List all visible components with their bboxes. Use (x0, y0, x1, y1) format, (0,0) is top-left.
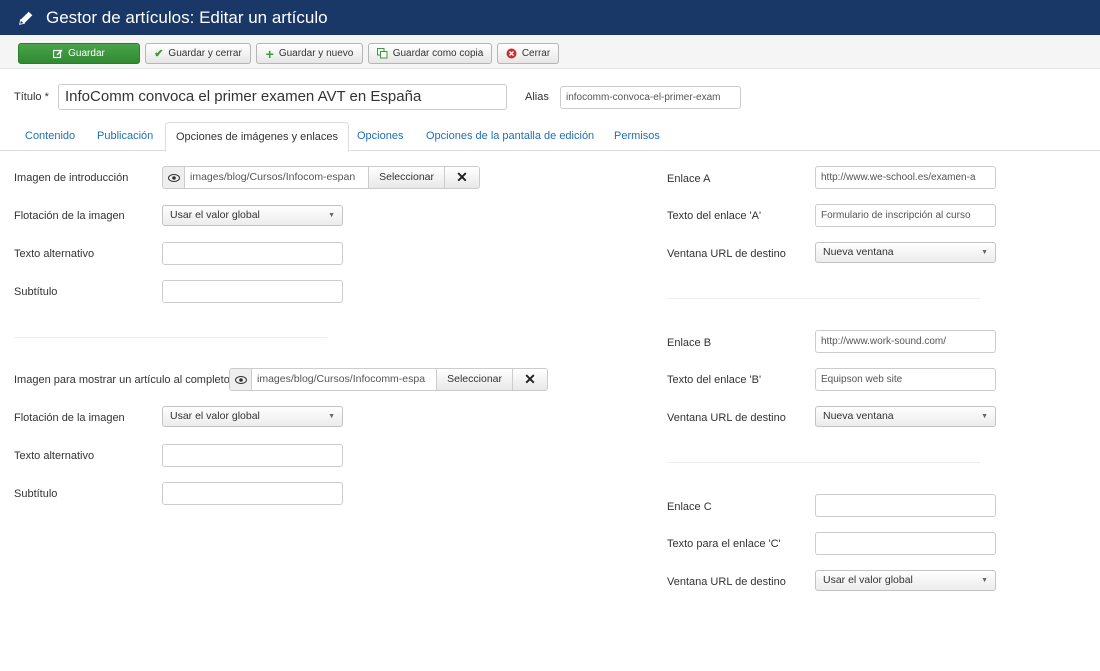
intro-image-label: Imagen de introducción (14, 172, 129, 184)
intro-float-select[interactable]: Usar el valor global ▼ (162, 205, 343, 226)
save-as-copy-button[interactable]: Guardar como copia (368, 43, 492, 64)
full-alt-input[interactable] (162, 444, 343, 467)
alias-label: Alias (525, 91, 549, 103)
copy-icon (376, 48, 388, 59)
tab-options[interactable]: Opciones (357, 122, 403, 151)
link-b-label: Enlace B (667, 337, 712, 349)
plus-icon: + (265, 45, 274, 62)
link-a-text-input[interactable]: Formulario de inscripción al curso (815, 204, 996, 227)
caret-down-icon: ▼ (981, 413, 988, 420)
cancel-icon (506, 48, 517, 59)
save-and-new-label: Guardar y nuevo (278, 48, 354, 59)
divider (667, 298, 980, 299)
pencil-icon (19, 11, 33, 25)
link-c-target-label: Ventana URL de destino (667, 576, 786, 588)
save-as-copy-label: Guardar como copia (392, 48, 484, 59)
link-b-text-input[interactable]: Equipson web site (815, 368, 996, 391)
link-a-target-select[interactable]: Nueva ventana ▼ (815, 242, 996, 263)
toolbar: Guardar ✔ Guardar y cerrar + Guardar y n… (0, 35, 1100, 69)
edit-icon (53, 49, 63, 59)
caret-down-icon: ▼ (981, 577, 988, 584)
intro-image-select-button[interactable]: Seleccionar (368, 167, 444, 188)
intro-caption-input[interactable] (162, 280, 343, 303)
link-c-target-value: Usar el valor global (823, 574, 913, 586)
save-and-close-button[interactable]: ✔ Guardar y cerrar (145, 43, 251, 64)
link-b-text-label: Texto del enlace 'B' (667, 374, 762, 386)
full-caption-label: Subtítulo (14, 488, 58, 500)
clear-icon[interactable]: ✕ (512, 369, 547, 390)
link-c-input[interactable] (815, 494, 996, 517)
alias-input[interactable]: infocomm-convoca-el-primer-exam (560, 86, 741, 109)
link-c-text-input[interactable] (815, 532, 996, 555)
intro-float-label: Flotación de la imagen (14, 210, 125, 222)
page-title: Gestor de artículos: Editar un artículo (46, 7, 328, 27)
intro-alt-label: Texto alternativo (14, 248, 95, 260)
full-float-select[interactable]: Usar el valor global ▼ (162, 406, 343, 427)
full-image-path[interactable]: images/blog/Cursos/Infocomm-espa (252, 369, 436, 390)
check-icon: ✔ (154, 48, 164, 60)
full-image-field: images/blog/Cursos/Infocomm-espa Selecci… (229, 368, 548, 391)
full-image-label: Imagen para mostrar un artículo al compl… (14, 374, 230, 386)
intro-alt-input[interactable] (162, 242, 343, 265)
link-b-target-label: Ventana URL de destino (667, 412, 786, 424)
eye-icon[interactable] (230, 369, 252, 390)
tab-bar: Contenido Publicación Opciones de imágen… (0, 122, 1100, 152)
tab-publishing[interactable]: Publicación (97, 122, 153, 151)
caret-down-icon: ▼ (328, 212, 335, 219)
link-b-target-select[interactable]: Nueva ventana ▼ (815, 406, 996, 427)
full-float-value: Usar el valor global (170, 410, 260, 422)
title-label: Título * (14, 91, 49, 103)
save-label: Guardar (68, 48, 105, 59)
intro-image-path[interactable]: images/blog/Cursos/Infocom-espan (185, 167, 368, 188)
link-a-label: Enlace A (667, 173, 711, 185)
intro-float-value: Usar el valor global (170, 209, 260, 221)
save-button[interactable]: Guardar (18, 43, 140, 64)
link-c-label: Enlace C (667, 501, 712, 513)
page-header: Gestor de artículos: Editar un artículo (0, 0, 1100, 35)
close-label: Cerrar (521, 48, 551, 59)
link-b-target-value: Nueva ventana (823, 410, 894, 422)
link-a-text-label: Texto del enlace 'A' (667, 210, 762, 222)
clear-icon[interactable]: ✕ (444, 167, 479, 188)
link-a-target-label: Ventana URL de destino (667, 248, 786, 260)
full-float-label: Flotación de la imagen (14, 412, 125, 424)
link-b-input[interactable]: http://www.work-sound.com/ (815, 330, 996, 353)
caret-down-icon: ▼ (328, 413, 335, 420)
save-and-new-button[interactable]: + Guardar y nuevo (256, 43, 363, 64)
divider (667, 462, 980, 463)
tab-content[interactable]: Contenido (25, 122, 75, 151)
link-c-target-select[interactable]: Usar el valor global ▼ (815, 570, 996, 591)
tab-images-and-links[interactable]: Opciones de imágenes y enlaces (165, 122, 350, 152)
tab-editing-layout[interactable]: Opciones de la pantalla de edición (426, 122, 594, 151)
full-caption-input[interactable] (162, 482, 343, 505)
link-a-input[interactable]: http://www.we-school.es/examen-a (815, 166, 996, 189)
divider (14, 337, 327, 338)
full-image-select-button[interactable]: Seleccionar (436, 369, 512, 390)
intro-image-field: images/blog/Cursos/Infocom-espan Selecci… (162, 166, 480, 189)
full-alt-label: Texto alternativo (14, 450, 95, 462)
eye-icon[interactable] (163, 167, 185, 188)
intro-caption-label: Subtítulo (14, 286, 58, 298)
save-and-close-label: Guardar y cerrar (168, 48, 242, 59)
link-c-text-label: Texto para el enlace 'C' (667, 538, 781, 550)
title-input[interactable]: InfoComm convoca el primer examen AVT en… (58, 84, 507, 110)
link-a-target-value: Nueva ventana (823, 246, 894, 258)
caret-down-icon: ▼ (981, 249, 988, 256)
close-button[interactable]: Cerrar (497, 43, 559, 64)
tab-permissions[interactable]: Permisos (614, 122, 660, 151)
